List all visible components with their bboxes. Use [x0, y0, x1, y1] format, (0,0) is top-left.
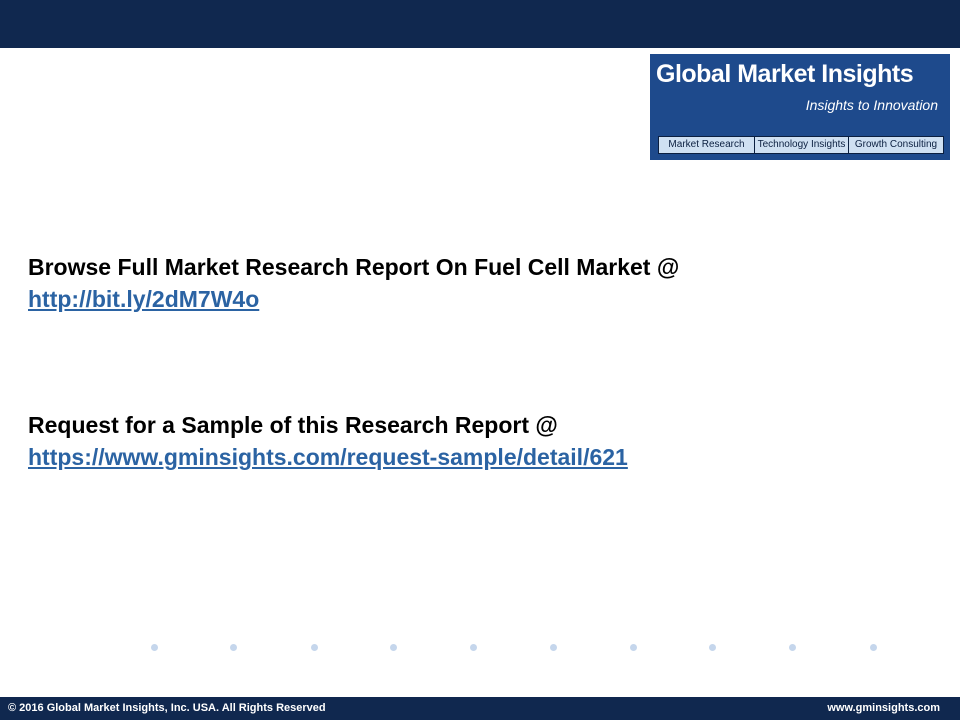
dot [470, 644, 477, 651]
decorative-dots [0, 644, 960, 658]
logo-tagline: Insights to Innovation [805, 97, 938, 113]
dot [390, 644, 397, 651]
browse-report-text: Browse Full Market Research Report On Fu… [28, 254, 680, 280]
dot [709, 644, 716, 651]
request-sample-link[interactable]: https://www.gminsights.com/request-sampl… [28, 444, 628, 471]
dot [789, 644, 796, 651]
logo-title: Global Market Insights [656, 60, 914, 88]
dot [550, 644, 557, 651]
logo-services-strip: Market Research Technology Insights Grow… [658, 136, 944, 154]
dot [311, 644, 318, 651]
dot [151, 644, 158, 651]
dot [230, 644, 237, 651]
logo-service-technology-insights: Technology Insights [755, 137, 849, 153]
browse-report-link[interactable]: http://bit.ly/2dM7W4o [28, 286, 259, 313]
header-bar [0, 0, 960, 48]
dot [870, 644, 877, 651]
request-sample-text: Request for a Sample of this Research Re… [28, 412, 558, 438]
footer-bar: © 2016 Global Market Insights, Inc. USA.… [0, 697, 960, 720]
company-logo: Global Market Insights Insights to Innov… [650, 54, 950, 160]
logo-service-growth-consulting: Growth Consulting [849, 137, 943, 153]
footer-copyright: © 2016 Global Market Insights, Inc. USA.… [8, 702, 326, 714]
dot [630, 644, 637, 651]
logo-service-market-research: Market Research [659, 137, 755, 153]
footer-website[interactable]: www.gminsights.com [827, 702, 940, 714]
